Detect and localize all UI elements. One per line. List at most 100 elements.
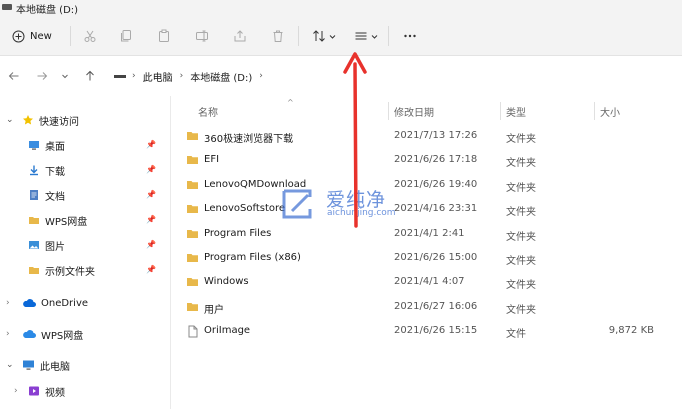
sidebar-quick-access-label: 快速访问 [39, 116, 79, 128]
file-row[interactable]: EFI 2021/6/26 17:18 文件夹 [186, 149, 676, 173]
share-icon [234, 30, 246, 42]
wps-cloud-icon [23, 330, 36, 338]
column-header-date[interactable]: 修改日期 [394, 104, 434, 119]
share-button[interactable] [230, 26, 250, 46]
sidebar-item-wps-cloud[interactable]: WPS网盘 [28, 210, 87, 230]
column-divider[interactable] [500, 102, 501, 120]
navigation-pane: ⌄ 快速访问 桌面 📌 下载 📌 文档 📌 WPS网盘 📌 图片 📌 示例文件夹… [0, 96, 168, 409]
more-icon [404, 34, 416, 38]
paste-button[interactable] [154, 26, 174, 46]
sidebar-item-label: 图片 [45, 241, 65, 253]
toolbar-divider [388, 26, 389, 46]
breadcrumb-separator-icon: › [259, 71, 263, 81]
more-button[interactable] [400, 26, 420, 46]
sidebar-item-pictures[interactable]: 图片 [28, 235, 65, 255]
sidebar-onedrive[interactable]: › OneDrive [6, 293, 88, 313]
pane-splitter[interactable] [170, 96, 171, 409]
file-row[interactable]: LenovoQMDownload 2021/6/26 19:40 文件夹 [186, 174, 676, 198]
folder-icon [187, 181, 198, 189]
column-header-type[interactable]: 类型 [506, 104, 526, 119]
chevron-right-icon: › [6, 298, 10, 308]
sidebar-item-downloads[interactable]: 下载 [28, 160, 65, 180]
file-type: 文件夹 [506, 207, 536, 218]
file-row[interactable]: 用户 2021/6/27 16:06 文件夹 [186, 296, 676, 320]
plus-circle-icon [12, 30, 25, 42]
chevron-right-icon: › [14, 386, 18, 396]
computer-icon [23, 360, 34, 370]
address-bar[interactable]: › 此电脑 › 本地磁盘 (D:) › [108, 65, 682, 87]
file-row[interactable]: OriImage 2021/6/26 15:15 文件 9,872 KB [186, 320, 676, 344]
sidebar-item-label: 文档 [45, 191, 65, 203]
file-date: 2021/4/1 4:07 [394, 276, 465, 287]
rename-button[interactable] [192, 26, 212, 46]
watermark-logo-icon [282, 189, 312, 219]
file-date: 2021/6/26 15:15 [394, 325, 478, 336]
chevron-down-icon [329, 34, 336, 39]
arrow-right-icon [37, 72, 48, 80]
cut-icon [84, 30, 96, 42]
file-row[interactable]: Program Files (x86) 2021/6/26 15:00 文件夹 [186, 247, 676, 271]
sidebar-item-sample-folder[interactable]: 示例文件夹 [28, 260, 95, 280]
copy-button[interactable] [116, 26, 136, 46]
file-size: 9,872 KB [608, 325, 654, 336]
up-button[interactable] [82, 68, 98, 84]
sidebar-videos-label: 视频 [45, 387, 65, 399]
file-icon [188, 325, 198, 338]
delete-button[interactable] [268, 26, 288, 46]
chevron-down-icon: ⌄ [6, 360, 14, 370]
file-row[interactable]: Program Files 2021/4/1 2:41 文件夹 [186, 223, 676, 247]
video-icon [29, 386, 39, 396]
sidebar-item-desktop[interactable]: 桌面 [28, 135, 65, 155]
file-date: 2021/4/1 2:41 [394, 228, 465, 239]
file-name: 用户 [204, 305, 224, 316]
drive-icon [2, 4, 12, 10]
recent-locations-button[interactable] [58, 68, 72, 84]
column-divider[interactable] [594, 102, 595, 120]
file-type: 文件 [506, 329, 526, 340]
delete-icon [273, 30, 283, 42]
column-divider[interactable] [388, 102, 389, 120]
folder-icon [187, 156, 198, 164]
file-row[interactable]: LenovoSoftstore 2021/4/16 23:31 文件夹 [186, 198, 676, 222]
file-date: 2021/6/27 16:06 [394, 301, 478, 312]
column-header-size[interactable]: 大小 [600, 104, 620, 119]
file-type: 文件夹 [506, 183, 536, 194]
breadcrumb-this-pc[interactable]: 此电脑 [143, 69, 173, 84]
sidebar-item-label: 下载 [45, 166, 65, 178]
file-type: 文件夹 [506, 158, 536, 169]
file-row[interactable]: 360极速浏览器下载 2021/7/13 17:26 文件夹 [186, 125, 676, 149]
sort-ascending-icon: ^ [287, 98, 294, 107]
pin-icon: 📌 [146, 140, 156, 149]
sidebar-wps-label: WPS网盘 [41, 330, 84, 342]
folder-icon [29, 217, 39, 224]
sidebar-item-documents[interactable]: 文档 [28, 185, 65, 205]
folder-icon [187, 230, 198, 238]
sidebar-quick-access[interactable]: ⌄ 快速访问 [6, 110, 79, 130]
sidebar-this-pc[interactable]: ⌄ 此电脑 [6, 355, 70, 375]
file-type: 文件夹 [506, 256, 536, 267]
sidebar-videos[interactable]: › 视频 [14, 381, 65, 401]
paste-icon [159, 29, 169, 42]
file-row[interactable]: Windows 2021/4/1 4:07 文件夹 [186, 271, 676, 295]
new-button-label: New [30, 30, 52, 42]
pin-icon: 📌 [146, 240, 156, 249]
title-bar: 本地磁盘 (D:) [0, 0, 682, 16]
chevron-down-icon [371, 34, 378, 39]
forward-button[interactable] [34, 68, 50, 84]
file-name: OriImage [204, 325, 251, 336]
sidebar-wps-cloud[interactable]: › WPS网盘 [6, 324, 83, 344]
cut-button[interactable] [80, 26, 100, 46]
sidebar-this-pc-label: 此电脑 [40, 361, 70, 373]
new-button[interactable]: New [12, 26, 62, 46]
file-name: Windows [204, 276, 249, 287]
chevron-down-icon: ⌄ [6, 115, 14, 125]
column-header-name[interactable]: 名称 [198, 104, 218, 119]
arrow-left-icon [8, 72, 19, 80]
computer-icon [114, 74, 126, 78]
folder-icon [187, 303, 198, 311]
file-date: 2021/7/13 17:26 [394, 130, 478, 141]
window-title: 本地磁盘 (D:) [16, 5, 79, 16]
toolbar-divider [70, 26, 71, 46]
back-button[interactable] [6, 68, 22, 84]
breadcrumb-drive-d[interactable]: 本地磁盘 (D:) [190, 69, 252, 84]
